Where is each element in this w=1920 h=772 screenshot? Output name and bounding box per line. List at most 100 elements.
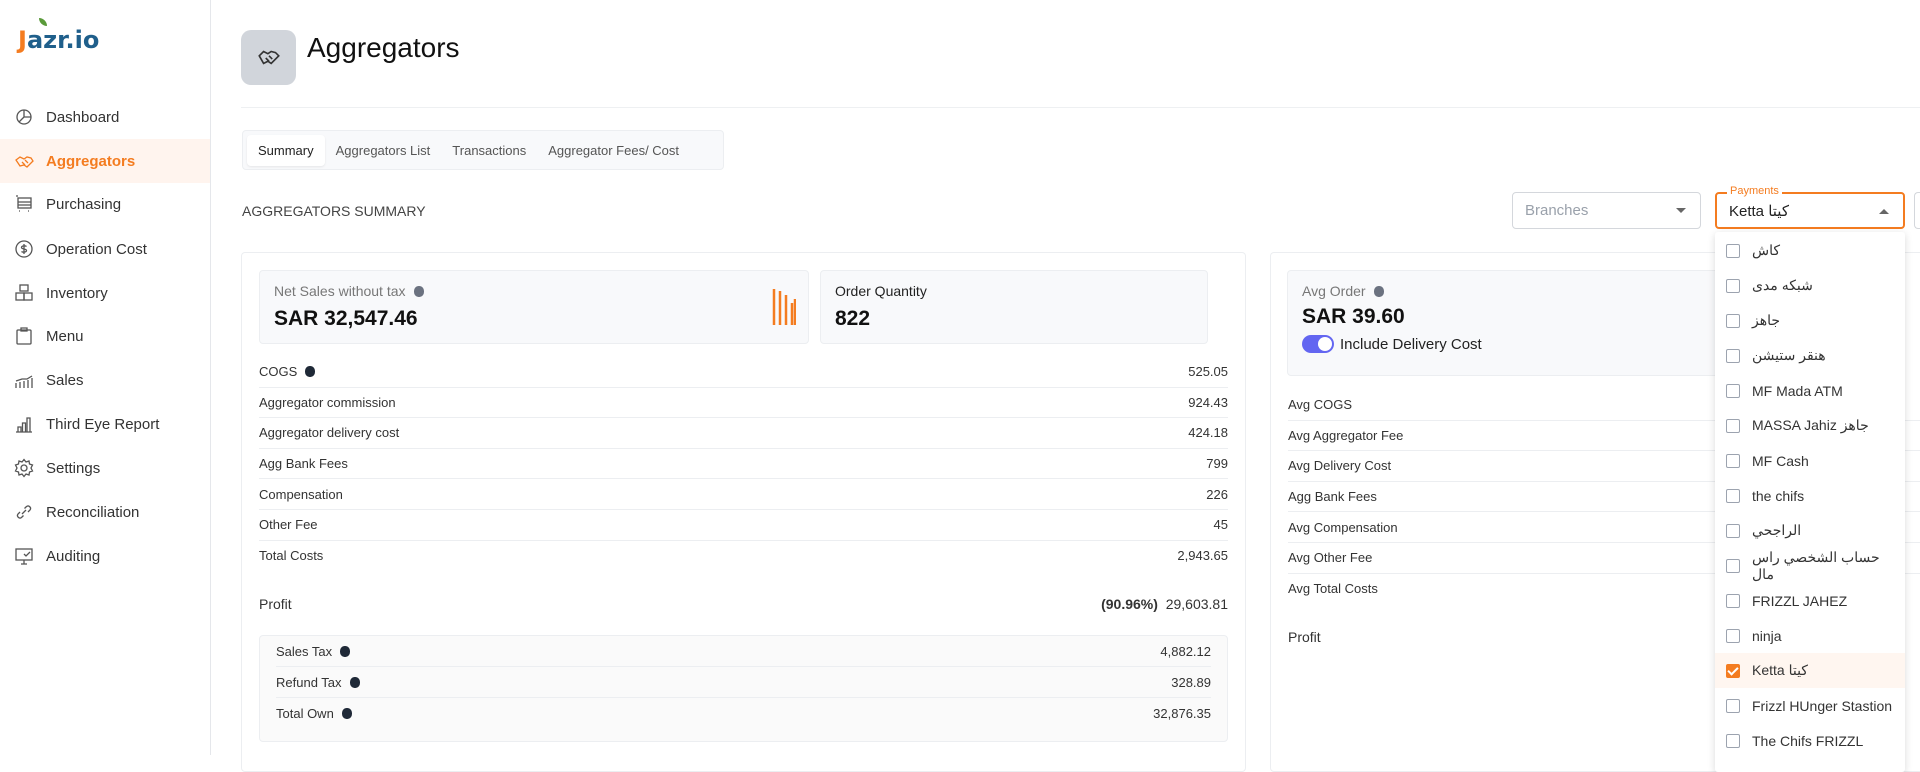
row-value: 525.05 bbox=[1188, 364, 1228, 380]
row-label: Avg Other Fee bbox=[1288, 550, 1373, 566]
info-icon[interactable] bbox=[349, 676, 360, 688]
sidebar-item-reconciliation[interactable]: Reconciliation bbox=[0, 490, 210, 534]
payment-option[interactable]: هنقر ستيشن bbox=[1715, 338, 1905, 373]
chevron-up-icon bbox=[1879, 209, 1889, 214]
tab-summary[interactable]: Summary bbox=[247, 134, 325, 166]
checkbox[interactable] bbox=[1726, 593, 1740, 608]
tab-aggregators-list[interactable]: Aggregators List bbox=[325, 135, 442, 166]
info-icon[interactable] bbox=[340, 645, 351, 657]
row-value: 424.18 bbox=[1188, 425, 1228, 441]
order-quantity-label: Order Quantity bbox=[835, 283, 927, 299]
sidebar-item-sales[interactable]: Sales bbox=[0, 358, 210, 402]
sidebar-item-inventory[interactable]: Inventory bbox=[0, 271, 210, 315]
checkbox[interactable] bbox=[1726, 698, 1740, 713]
monitor-check-icon bbox=[15, 548, 33, 565]
payment-option[interactable]: كاش bbox=[1715, 233, 1905, 268]
checkbox[interactable] bbox=[1726, 733, 1740, 748]
payment-option[interactable]: The Chifs FRIZZL bbox=[1715, 723, 1905, 758]
tab-aggregator-fees[interactable]: Aggregator Fees/ Cost bbox=[537, 135, 690, 166]
row-label-wrap: Aggregator commission bbox=[259, 395, 396, 410]
summary-row: Refund Tax 328.89 bbox=[276, 667, 1211, 698]
sidebar-item-dashboard[interactable]: Dashboard bbox=[0, 95, 210, 139]
row-value: 45 bbox=[1213, 517, 1228, 533]
info-icon[interactable] bbox=[341, 708, 352, 719]
checkbox[interactable] bbox=[1726, 243, 1740, 258]
payment-option[interactable]: MF Mada ATM bbox=[1715, 373, 1905, 408]
checkbox[interactable] bbox=[1726, 523, 1740, 538]
profit-label: Profit bbox=[259, 596, 292, 612]
tax-box: Sales Tax 4,882.12 Refund Tax 328.89 Total… bbox=[259, 635, 1228, 742]
checkbox[interactable] bbox=[1726, 278, 1740, 293]
option-label: MF Mada ATM bbox=[1752, 382, 1843, 399]
row-label: Aggregator commission bbox=[259, 394, 396, 410]
info-icon[interactable] bbox=[305, 366, 316, 378]
payment-option[interactable]: Frizzl HUnger Stastion bbox=[1715, 688, 1905, 723]
checkbox[interactable] bbox=[1726, 488, 1740, 503]
option-label: الراجحي bbox=[1752, 522, 1802, 538]
sidebar-item-aggregators[interactable]: Aggregators bbox=[0, 139, 210, 183]
summary-row: Agg Bank Fees 799 bbox=[259, 449, 1228, 480]
row-label: Other Fee bbox=[259, 517, 318, 533]
branches-select[interactable]: Branches bbox=[1512, 192, 1701, 229]
pie-chart-icon bbox=[16, 109, 32, 125]
checkbox[interactable] bbox=[1726, 558, 1740, 573]
payment-option[interactable]: الراجحي bbox=[1715, 513, 1905, 548]
option-label: كاش bbox=[1752, 242, 1781, 258]
sidebar-item-label: Dashboard bbox=[46, 108, 120, 126]
checkbox[interactable] bbox=[1726, 453, 1740, 468]
tab-transactions[interactable]: Transactions bbox=[441, 135, 537, 166]
page-title: Aggregators bbox=[307, 32, 460, 63]
checkbox[interactable] bbox=[1726, 418, 1740, 433]
row-value: 799 bbox=[1206, 456, 1228, 472]
summary-row: Aggregator delivery cost 424.18 bbox=[259, 418, 1228, 449]
sidebar-item-settings[interactable]: Settings bbox=[0, 446, 210, 490]
avg-profit-label: Profit bbox=[1288, 629, 1321, 645]
sidebar-item-menu[interactable]: Menu bbox=[0, 314, 210, 358]
payment-option[interactable]: the chifs bbox=[1715, 478, 1905, 513]
summary-row: Total Own 32,876.35 bbox=[276, 698, 1211, 729]
logo[interactable]: Jazr.io bbox=[18, 18, 99, 54]
payment-option[interactable]: MF Cash bbox=[1715, 443, 1905, 478]
payment-option[interactable]: MASSA Jahiz جاهز bbox=[1715, 408, 1905, 443]
sidebar-item-label: Settings bbox=[46, 459, 101, 477]
cart-icon bbox=[16, 195, 32, 212]
payment-option[interactable]: FRIZZL JAHEZ bbox=[1715, 583, 1905, 618]
sidebar-item-label: Auditing bbox=[46, 547, 101, 565]
sidebar-item-operation-cost[interactable]: Operation Cost bbox=[0, 227, 210, 271]
payment-option[interactable]: جاهز bbox=[1715, 303, 1905, 338]
payment-option[interactable]: حساب الشخصي راس مال bbox=[1715, 548, 1905, 583]
sidebar-item-auditing[interactable]: Auditing bbox=[0, 534, 210, 578]
checkbox[interactable] bbox=[1726, 628, 1740, 643]
next-filter-select[interactable] bbox=[1914, 192, 1920, 229]
row-label: Avg Total Costs bbox=[1288, 581, 1378, 597]
payment-option[interactable]: Ketta كيتا bbox=[1715, 653, 1905, 688]
payments-label: Payments bbox=[1727, 185, 1782, 197]
option-label: Ketta كيتا bbox=[1752, 662, 1808, 678]
payments-select[interactable]: Payments Ketta كيتا bbox=[1715, 185, 1905, 229]
row-label: Total Own bbox=[276, 706, 334, 721]
sidebar-item-label: Reconciliation bbox=[46, 503, 140, 521]
checkbox[interactable] bbox=[1726, 313, 1740, 328]
info-icon[interactable] bbox=[413, 285, 424, 297]
toggle-switch[interactable] bbox=[1302, 335, 1334, 353]
row-label: Refund Tax bbox=[276, 674, 342, 690]
checkbox[interactable] bbox=[1726, 348, 1740, 363]
payment-option[interactable]: شبكه مدى bbox=[1715, 268, 1905, 303]
option-label: ninja bbox=[1752, 627, 1782, 644]
row-label: Avg COGS bbox=[1288, 397, 1353, 413]
row-label-wrap: Agg Bank Fees bbox=[259, 456, 348, 471]
summary-row: Other Fee 45 bbox=[259, 510, 1228, 541]
chevron-down-icon bbox=[1676, 208, 1686, 213]
summary-row: Total Costs 2,943.65 bbox=[259, 541, 1228, 572]
info-icon[interactable] bbox=[1373, 285, 1384, 297]
handshake-icon bbox=[15, 156, 34, 168]
sidebar-item-purchasing[interactable]: Purchasing bbox=[0, 182, 210, 226]
row-label-wrap: Avg Compensation bbox=[1288, 520, 1398, 535]
row-value: 2,943.65 bbox=[1177, 548, 1228, 564]
checkbox[interactable] bbox=[1726, 383, 1740, 398]
handshake-icon bbox=[257, 50, 280, 64]
checkbox[interactable] bbox=[1726, 663, 1740, 678]
sidebar-item-third-eye-report[interactable]: Third Eye Report bbox=[0, 402, 210, 446]
logo-j: J bbox=[18, 26, 27, 54]
payment-option[interactable]: ninja bbox=[1715, 618, 1905, 653]
